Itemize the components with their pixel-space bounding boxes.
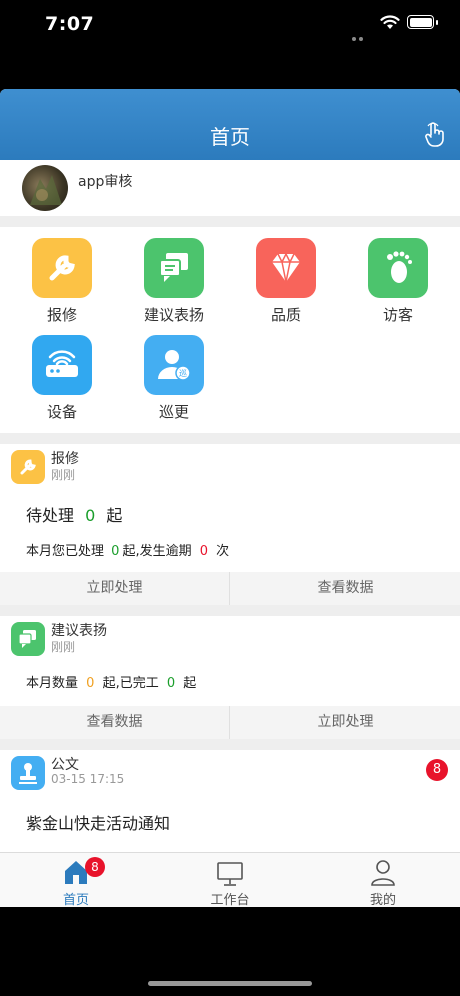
overdue-count: 0: [199, 544, 208, 559]
stat-prefix: 本月数量: [26, 676, 79, 691]
grid-item-quality[interactable]: 品质: [231, 238, 341, 325]
stat-suffix: 起: [183, 676, 197, 691]
stat-prefix: 本月您已处理: [26, 544, 105, 559]
tab-badge: 8: [85, 857, 105, 877]
tab-label: 工作台: [210, 893, 250, 907]
card-title: 公文: [51, 757, 79, 773]
status-time: 7:07: [45, 13, 95, 35]
monitor-icon: [217, 862, 243, 886]
stat-mid: 起,已完工: [102, 676, 159, 691]
tab-bar: 8 首页 工作台 我的: [0, 852, 460, 907]
card-actions: 查看数据 立即处理: [0, 706, 460, 739]
app-window: 首页 app审核 报修 建议表扬 品质 访客 设备 巡 巡更 报修 刚刚 待处理…: [0, 89, 460, 907]
repair-card[interactable]: 报修 刚刚 待处理 0 起 本月您已处理 0 起,发生逾期 0 次 立即处理 查看…: [0, 444, 460, 605]
grid-label: 巡更: [158, 403, 189, 421]
grid-label: 访客: [382, 306, 413, 324]
tab-label: 首页: [62, 893, 89, 907]
grid-label: 报修: [46, 306, 77, 324]
suggest-count: 0: [86, 676, 95, 691]
card-actions: 立即处理 查看数据: [0, 572, 460, 605]
avatar[interactable]: [22, 165, 68, 211]
user-name: app审核: [78, 174, 133, 190]
view-data-button[interactable]: 查看数据: [231, 572, 460, 605]
grid-item-visitor[interactable]: 访客: [343, 238, 453, 325]
pending-label: 待处理: [26, 506, 75, 525]
nav-bar: 首页: [0, 89, 460, 160]
handle-now-button[interactable]: 立即处理: [0, 572, 229, 605]
grid-label: 品质: [270, 306, 301, 324]
grid-label: 设备: [46, 403, 77, 421]
page-title: 首页: [210, 125, 250, 149]
card-title: 报修: [51, 451, 79, 467]
card-header: 建议表扬 刚刚: [0, 616, 460, 662]
suggest-card[interactable]: 建议表扬 刚刚 本月数量 0 起,已完工 0 起 查看数据 立即处理: [0, 616, 460, 739]
phone-screen: 7:07 首页 app审核 报修 建议表扬 品质 访客 设备 巡 巡更 报修 刚…: [0, 0, 460, 996]
chat-icon: [144, 238, 204, 298]
card-time: 刚刚: [51, 468, 76, 482]
grid-item-device[interactable]: 设备: [7, 335, 117, 422]
battery-icon: [407, 15, 438, 29]
signal-dots-icon: [352, 26, 366, 45]
done-count: 0: [166, 676, 176, 691]
card-time: 03-15 17:15: [51, 772, 125, 786]
svg-text:巡: 巡: [179, 368, 187, 378]
hand-pointer-icon[interactable]: [424, 121, 446, 147]
status-bar: 7:07: [0, 0, 460, 50]
diamond-icon: [256, 238, 316, 298]
person-icon: [371, 860, 395, 886]
pending-line: 待处理 0 起: [26, 502, 122, 526]
pending-count: 0: [85, 506, 96, 525]
view-data-button[interactable]: 查看数据: [0, 706, 229, 739]
grid-label: 建议表扬: [143, 306, 204, 324]
stat-mid: 起,发生逾期: [122, 544, 192, 559]
card-time: 刚刚: [51, 640, 76, 654]
handle-now-button[interactable]: 立即处理: [231, 706, 460, 739]
wrench-icon: [11, 450, 45, 484]
grid-item-suggest[interactable]: 建议表扬: [119, 238, 229, 325]
repair-stats: 本月您已处理 0 起,发生逾期 0 次: [26, 540, 229, 559]
home-indicator[interactable]: [148, 981, 312, 986]
suggest-stats: 本月数量 0 起,已完工 0 起: [26, 672, 196, 691]
card-title: 建议表扬: [51, 623, 107, 639]
patrol-person-icon: 巡: [144, 335, 204, 395]
grid-item-patrol[interactable]: 巡 巡更: [119, 335, 229, 422]
unread-badge: 8: [426, 759, 448, 781]
card-header: 报修 刚刚: [0, 444, 460, 490]
footprint-icon: [368, 238, 428, 298]
wifi-icon: [380, 15, 400, 29]
stat-suffix: 次: [216, 544, 230, 559]
user-row[interactable]: app审核: [0, 160, 460, 216]
pending-unit: 起: [106, 506, 123, 525]
function-grid: 报修 建议表扬 品质 访客 设备 巡 巡更: [0, 227, 460, 433]
card-header: 公文 03-15 17:15 8: [0, 750, 460, 796]
document-headline[interactable]: 紫金山快走活动通知: [26, 810, 170, 834]
router-icon: [32, 335, 92, 395]
grid-item-repair[interactable]: 报修: [7, 238, 117, 325]
stamp-icon: [11, 756, 45, 790]
chat-icon: [11, 622, 45, 656]
tab-label: 我的: [369, 893, 396, 907]
wrench-icon: [32, 238, 92, 298]
handled-count: 0: [111, 544, 120, 559]
